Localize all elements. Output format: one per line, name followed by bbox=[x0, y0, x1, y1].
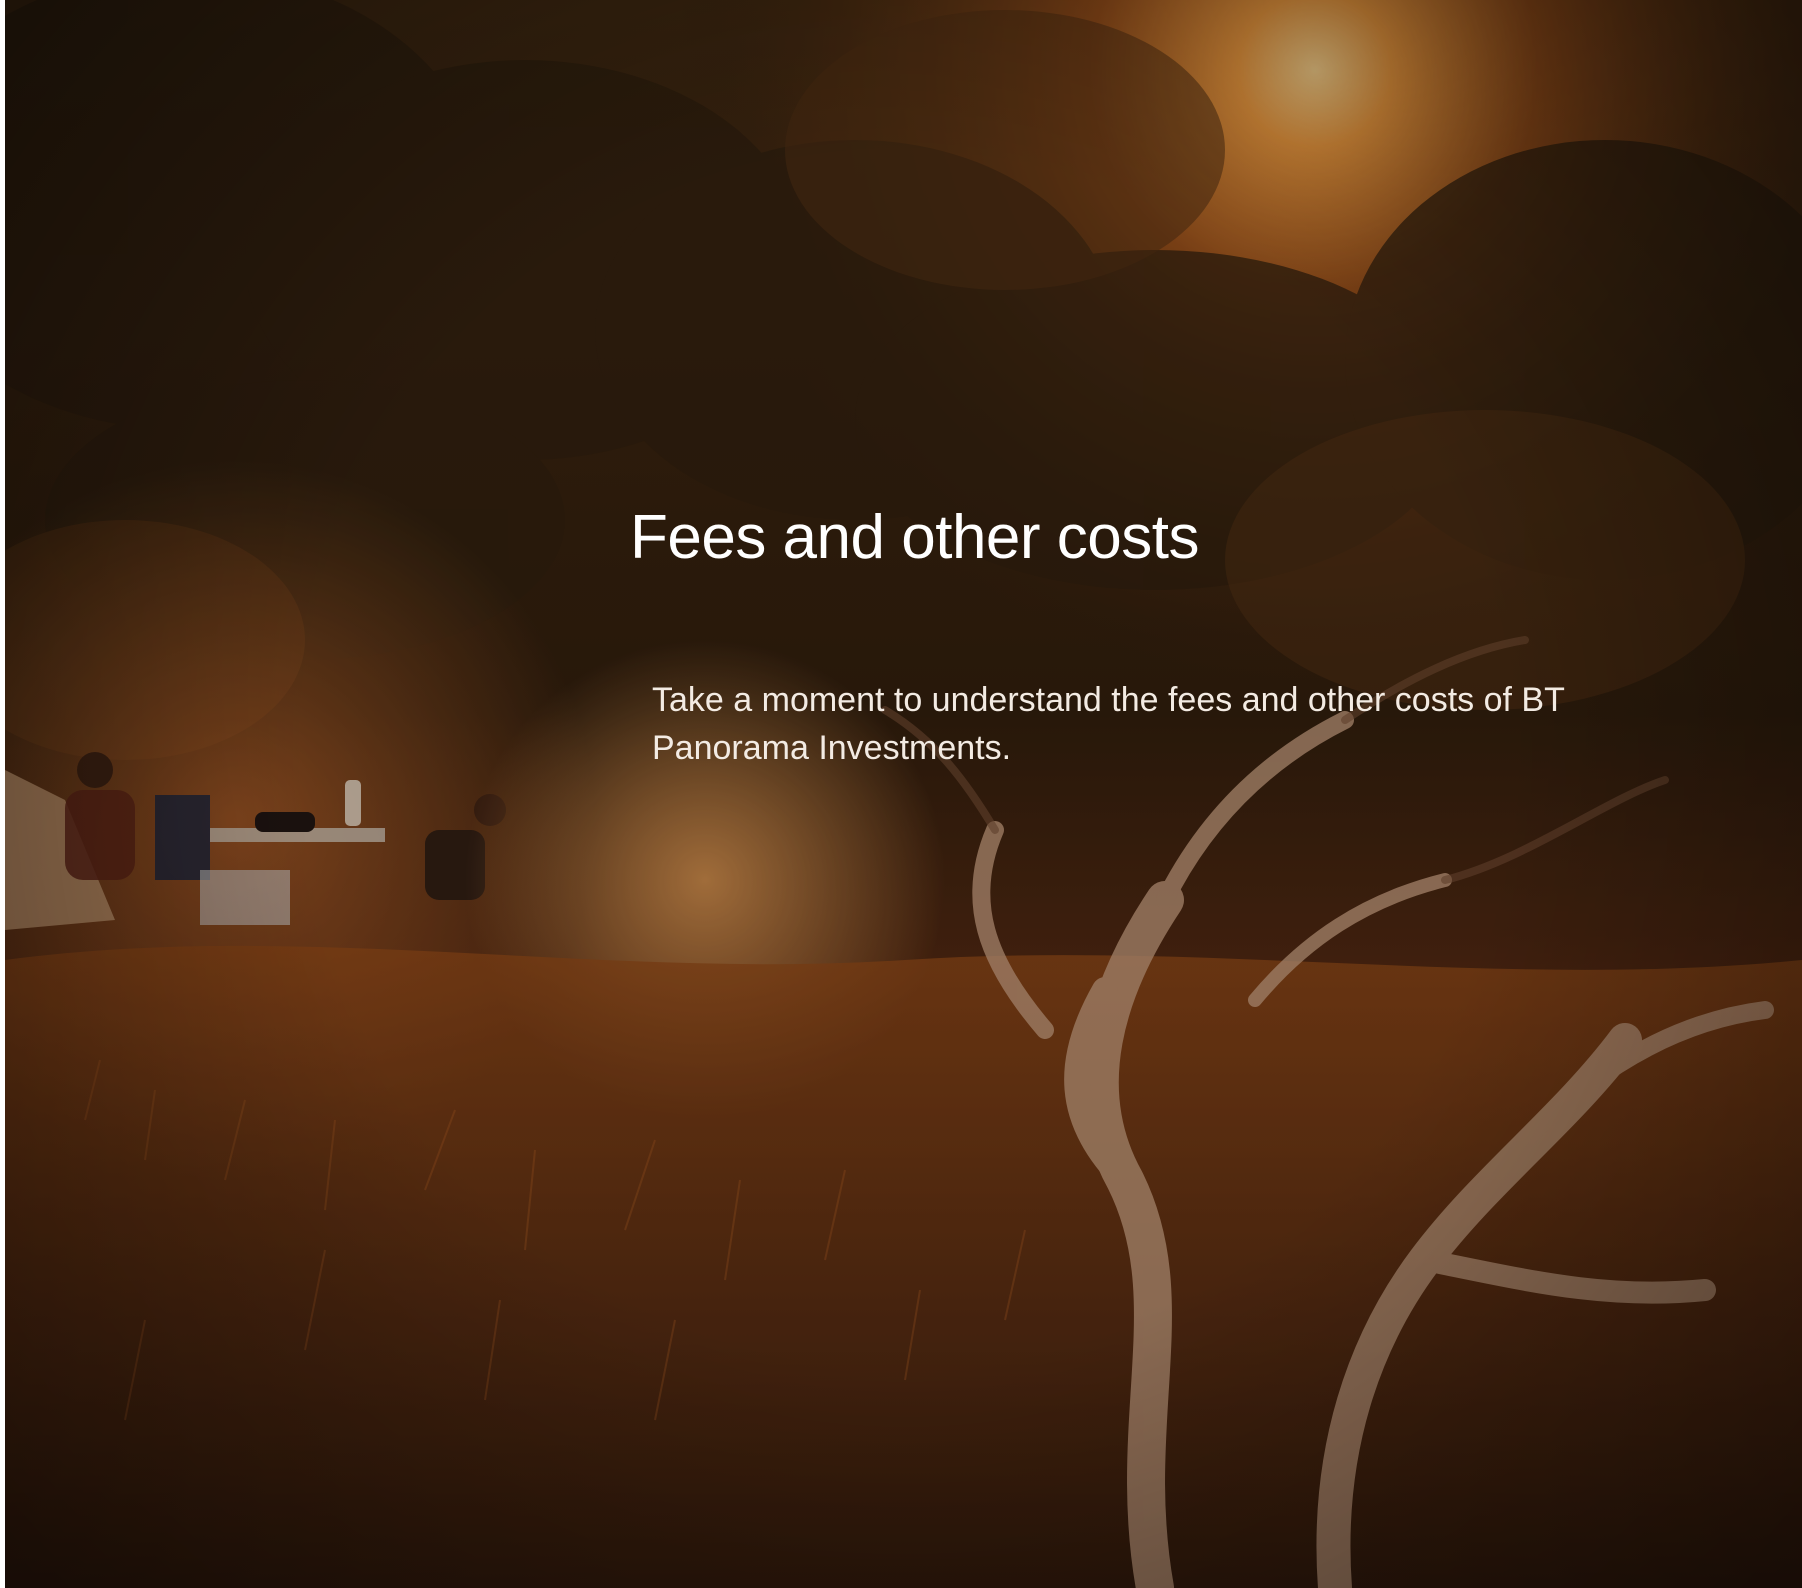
cover-page: Fees and other costs Take a moment to un… bbox=[0, 0, 1802, 1588]
sunset-landscape-illustration bbox=[5, 0, 1802, 1588]
background-photo: Fees and other costs Take a moment to un… bbox=[5, 0, 1802, 1588]
intro-paragraph: Take a moment to understand the fees and… bbox=[652, 681, 1565, 767]
page-title: Fees and other costs bbox=[630, 503, 1199, 572]
